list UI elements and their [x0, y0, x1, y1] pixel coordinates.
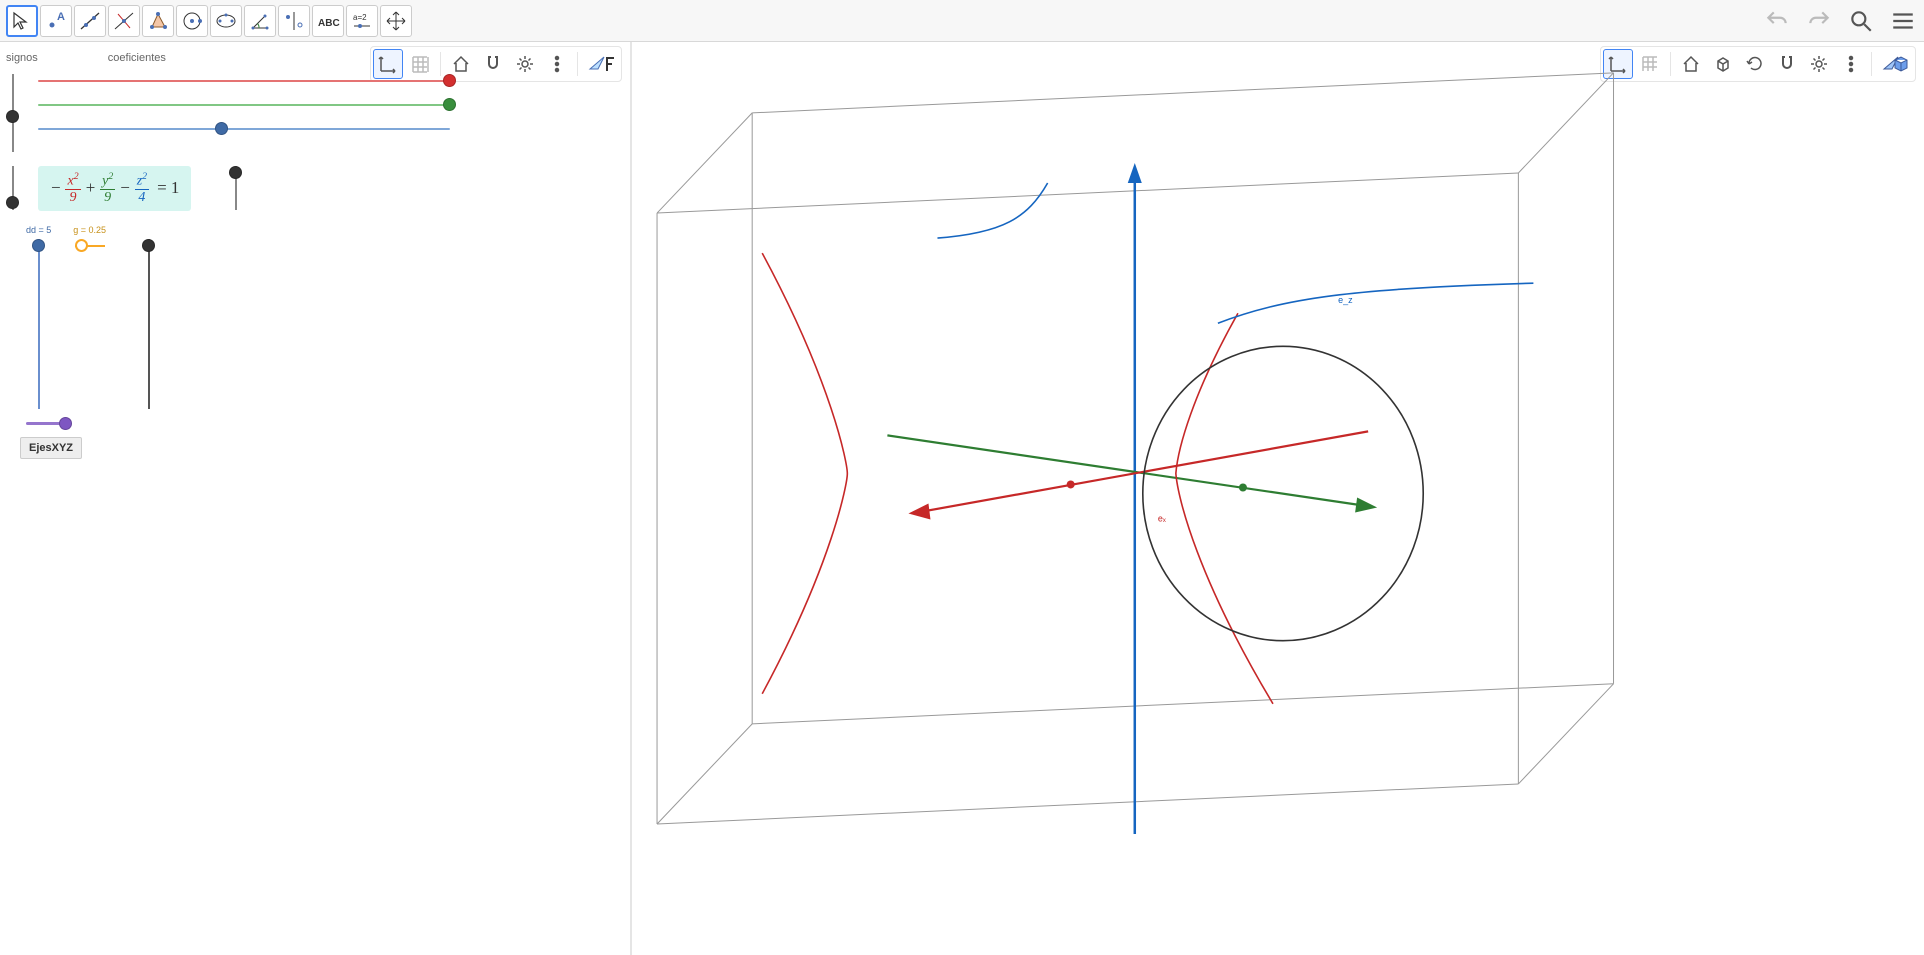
more-icon[interactable]: [542, 49, 572, 79]
svg-text:a=2: a=2: [353, 13, 367, 22]
redo-button[interactable]: [1804, 6, 1834, 36]
tool-conic[interactable]: [210, 5, 242, 37]
tool-reflect[interactable]: [278, 5, 310, 37]
graphics-view-2d[interactable]: signos coeficientes: [0, 42, 632, 955]
svg-text:ABC: ABC: [318, 18, 340, 29]
equation-display: − x2 9 + y2 9 − z2 4 = 1: [38, 166, 191, 211]
gear-icon[interactable]: [510, 49, 540, 79]
g-slider[interactable]: [75, 239, 105, 253]
tool-slider[interactable]: a=2: [346, 5, 378, 37]
coef-slider-blue[interactable]: [38, 122, 450, 136]
tool-circle[interactable]: [176, 5, 208, 37]
graphics-view-3d[interactable]: eₓ e_z: [632, 42, 1924, 955]
hamburger-menu[interactable]: [1888, 6, 1918, 36]
tool-perpendicular[interactable]: [108, 5, 140, 37]
ejes-button[interactable]: EjesXYZ: [20, 437, 82, 459]
x-axis: [908, 431, 1368, 519]
black-v-slider[interactable]: [142, 239, 156, 409]
scene-3d[interactable]: eₓ e_z: [632, 42, 1924, 955]
coef-slider-red[interactable]: [38, 74, 450, 88]
g-slider-label: g = 0.25: [73, 225, 106, 235]
dd-slider[interactable]: [32, 239, 46, 409]
tool-text[interactable]: ABC: [312, 5, 344, 37]
signos-label: signos: [6, 52, 38, 64]
label-ez: e_z: [1338, 295, 1353, 305]
tool-move[interactable]: [6, 5, 38, 37]
tool-angle[interactable]: [244, 5, 276, 37]
surface-trace-blue: [937, 183, 1533, 323]
dd-slider-label: dd = 5: [26, 225, 51, 235]
controls-panel: signos coeficientes: [6, 52, 450, 459]
style-bar-icon[interactable]: [583, 49, 619, 79]
tool-line[interactable]: [74, 5, 106, 37]
main-toolbar: A ABC a=2: [0, 0, 1924, 42]
z-axis: [1128, 163, 1142, 834]
sign-slider-1[interactable]: [6, 74, 20, 152]
svg-text:A: A: [57, 11, 65, 23]
tool-point[interactable]: A: [40, 5, 72, 37]
purple-slider[interactable]: [26, 417, 66, 431]
rhs-slider[interactable]: [229, 166, 243, 210]
coef-slider-green[interactable]: [38, 98, 450, 112]
surface-trace-red: [762, 253, 1273, 704]
undo-button[interactable]: [1762, 6, 1792, 36]
tool-polygon[interactable]: [142, 5, 174, 37]
coeficientes-label: coeficientes: [108, 52, 166, 64]
snap-icon[interactable]: [478, 49, 508, 79]
label-ex: eₓ: [1158, 514, 1166, 524]
tool-pan[interactable]: [380, 5, 412, 37]
sign-slider-2[interactable]: [6, 166, 20, 210]
search-button[interactable]: [1846, 6, 1876, 36]
